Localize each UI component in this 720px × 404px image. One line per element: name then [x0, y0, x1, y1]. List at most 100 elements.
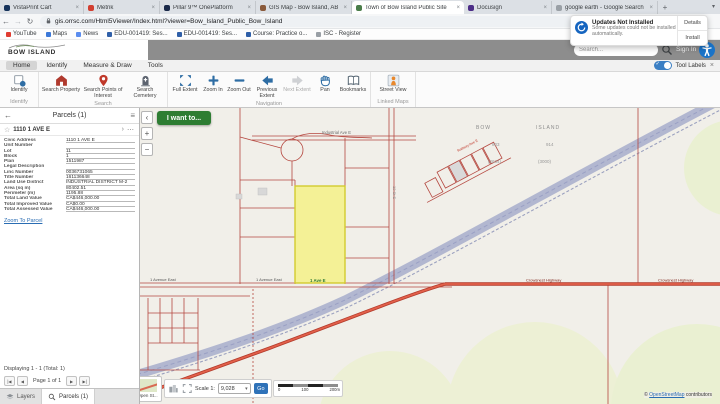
tab-label: GIS Map - Bow Island, AB	[269, 5, 340, 11]
bookmark-item[interactable]: EDU-001419: Ses...	[107, 31, 167, 37]
bookmark-item[interactable]: Course: Practice o...	[246, 31, 307, 37]
tab-close-icon[interactable]: ×	[543, 5, 547, 11]
last-page-button[interactable]: ▶|	[79, 376, 90, 386]
tab-label: VistaPrint Cart	[13, 5, 72, 11]
new-tab-button[interactable]: +	[658, 1, 672, 14]
tab-parcels[interactable]: Parcels (1)	[42, 389, 95, 404]
full-extent-button[interactable]: Full Extent	[170, 73, 200, 94]
bookmark-item[interactable]: ISC - Register	[316, 31, 361, 37]
buildings-icon[interactable]	[168, 383, 179, 394]
browser-tab[interactable]: VistaPrint Cart ×	[0, 1, 84, 14]
basemap-selector[interactable]: Open St...	[140, 376, 162, 402]
magnifier-icon	[48, 393, 56, 401]
browser-tab[interactable]: Docusign ×	[464, 1, 552, 14]
sign-in-button[interactable]: Sign In	[676, 46, 696, 53]
browser-tab[interactable]: google earth - Google Search ×	[552, 1, 658, 14]
menu-tab-home[interactable]: Home	[6, 61, 37, 70]
bookmark-item[interactable]: News	[76, 31, 98, 37]
menu-tab-measure-draw[interactable]: Measure & Draw	[76, 61, 138, 70]
star-icon[interactable]: ☆	[4, 126, 10, 134]
tool-label: Search Property	[42, 88, 80, 94]
minus-icon	[233, 74, 246, 87]
selected-parcel[interactable]	[295, 186, 345, 283]
browser-tab-active[interactable]: Town of Bow Island Public Site ×	[352, 1, 464, 14]
previous-page-button[interactable]: ◀	[17, 376, 28, 386]
arrow-right-icon	[291, 74, 304, 87]
bookmark-item[interactable]: EDU-001419: Ses...	[177, 31, 237, 37]
tool-labels-close-icon[interactable]: ×	[710, 62, 714, 69]
bookmarks-button[interactable]: Bookmarks	[338, 73, 368, 94]
map-viewport[interactable]: Industrial Ave E BOW ISLAND 803 914 (263…	[140, 108, 720, 404]
extent-brackets-icon[interactable]	[182, 383, 193, 394]
tab-close-icon[interactable]: ×	[247, 5, 251, 11]
tab-close-icon[interactable]: ×	[649, 5, 653, 11]
panel-bottom-tabs: Layers Parcels (1)	[0, 388, 139, 404]
openstreetmap-link[interactable]: OpenStreetMap	[649, 392, 684, 398]
plus-icon	[207, 74, 220, 87]
panel-menu-icon[interactable]: ≡	[123, 111, 135, 120]
identify-tool-button[interactable]: Identify	[2, 73, 36, 94]
previous-extent-button[interactable]: Previous Extent	[252, 73, 282, 100]
reload-button[interactable]: ↻	[24, 17, 36, 26]
tab-label: Pillar 9™ OnePlatform	[173, 5, 244, 11]
zoom-in-button[interactable]: Zoom In	[200, 73, 226, 94]
bookmark-favicon	[246, 32, 251, 37]
tab-close-icon[interactable]: ×	[343, 5, 347, 11]
tab-favicon	[260, 5, 266, 11]
scale-toolbar: Scale 1: 9,028 ▾ Go	[164, 379, 272, 398]
tab-label: Metrik	[97, 5, 148, 11]
highway-label: Crowsnest Highway	[658, 278, 693, 283]
scale-select[interactable]: 9,028 ▾	[218, 383, 251, 394]
next-page-button[interactable]: ▶	[66, 376, 77, 386]
place-label: BOW	[476, 125, 491, 131]
browser-tab[interactable]: Metrik ×	[84, 1, 160, 14]
update-icon	[575, 21, 588, 34]
more-options-icon[interactable]: ⋯	[127, 126, 135, 134]
browser-tab[interactable]: Pillar 9™ OnePlatform ×	[160, 1, 256, 14]
forward-button[interactable]: →	[12, 17, 24, 26]
tool-label: Zoom Out	[227, 88, 251, 94]
tab-close-icon[interactable]: ×	[456, 5, 460, 11]
notification-install-button[interactable]: Install	[678, 31, 707, 45]
panel-collapse-button[interactable]: ‹	[141, 111, 153, 124]
url-bar[interactable]: gis.orrsc.com/Html5Viewer/Index.html?vie…	[40, 16, 660, 27]
tool-label: Pan	[320, 88, 329, 94]
chevron-right-icon[interactable]: ›	[122, 126, 124, 133]
search-cemetery-button[interactable]: Search Cemetery	[125, 73, 165, 100]
street-view-button[interactable]: Street View	[373, 73, 413, 94]
notification-details-button[interactable]: Details	[678, 16, 707, 31]
bookmark-item[interactable]: YouTube	[6, 31, 37, 37]
tab-overflow-icon[interactable]: ▾	[712, 3, 715, 10]
zoom-to-parcel-link[interactable]: Zoom To Parcel	[0, 212, 139, 224]
bookmark-label: YouTube	[13, 31, 37, 37]
toggle-knob	[664, 62, 671, 69]
panel-back-icon[interactable]: ←	[4, 111, 16, 120]
url-text: gis.orrsc.com/Html5Viewer/Index.html?vie…	[55, 18, 282, 25]
street-label: Industrial Ave E	[322, 130, 351, 135]
browser-tab[interactable]: GIS Map - Bow Island, AB ×	[256, 1, 352, 14]
tab-close-icon[interactable]: ×	[151, 5, 155, 11]
back-button[interactable]: ←	[0, 17, 12, 26]
tool-labels-toggle[interactable]: ✓	[654, 61, 672, 70]
results-panel: ← Parcels (1) ≡ ☆ 1110 1 AVE E › ⋯ Civic…	[0, 108, 140, 404]
tab-layers[interactable]: Layers	[0, 389, 42, 404]
bookmark-item[interactable]: Maps	[46, 31, 68, 37]
menu-tab-identify[interactable]: Identify	[39, 61, 74, 70]
result-item[interactable]: ☆ 1110 1 AVE E › ⋯	[0, 124, 139, 136]
search-poi-button[interactable]: Search Points of Interest	[81, 73, 125, 100]
tool-label: Zoom In	[203, 88, 222, 94]
map-zoom-out-button[interactable]: −	[141, 143, 153, 156]
check-icon: ✓	[656, 61, 661, 67]
tab-close-icon[interactable]: ×	[75, 5, 79, 11]
first-page-button[interactable]: |◀	[4, 376, 15, 386]
tool-label: Full Extent	[172, 88, 197, 94]
street-label: 1 Avenue East	[150, 277, 177, 282]
scale-go-button[interactable]: Go	[254, 383, 268, 394]
i-want-to-button[interactable]: I want to...	[157, 111, 211, 125]
search-property-button[interactable]: Search Property	[41, 73, 81, 94]
map-zoom-in-button[interactable]: +	[141, 127, 153, 140]
arrow-left-icon	[261, 74, 274, 87]
menu-tab-tools[interactable]: Tools	[141, 61, 170, 70]
pan-button[interactable]: Pan	[312, 73, 338, 94]
zoom-out-button[interactable]: Zoom Out	[226, 73, 252, 94]
